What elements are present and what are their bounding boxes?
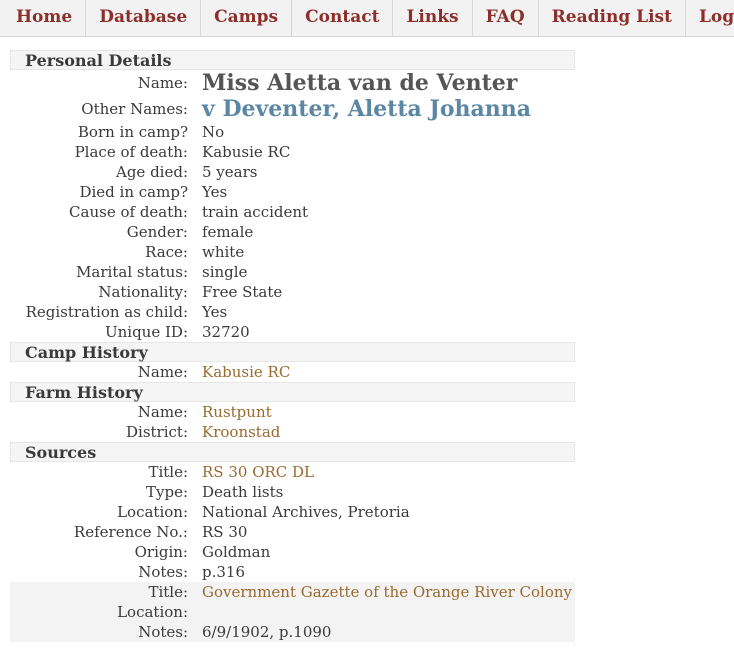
detail-label: Gender: — [126, 223, 188, 241]
source-row-title: Title: Government Gazette of the Orange … — [10, 582, 575, 602]
detail-value: single — [202, 263, 248, 281]
nav-contact[interactable]: Contact — [292, 0, 394, 36]
detail-label: Age died: — [115, 163, 188, 181]
detail-value: National Archives, Pretoria — [202, 503, 410, 521]
detail-value: RS 30 — [202, 523, 248, 541]
detail-label: Location: — [117, 503, 188, 521]
farm-link[interactable]: Rustpunt — [202, 402, 272, 422]
detail-row: Unique ID: 32720 — [10, 322, 575, 342]
detail-label: Type: — [145, 483, 188, 501]
nav-links[interactable]: Links — [393, 0, 473, 36]
detail-value: Goldman — [202, 543, 271, 561]
detail-row: Place of death: Kabusie RC — [10, 142, 575, 162]
camp-link[interactable]: Kabusie RC — [202, 362, 290, 382]
source-title-link[interactable]: Government Gazette of the Orange River C… — [202, 582, 572, 602]
detail-row: Marital status: single — [10, 262, 575, 282]
detail-label: Name: — [137, 74, 188, 92]
detail-row: Registration as child: Yes — [10, 302, 575, 322]
nav-reading-list[interactable]: Reading List — [539, 0, 686, 36]
nav-camps[interactable]: Camps — [201, 0, 293, 36]
detail-label: Title: — [148, 583, 188, 601]
detail-label: Other Names: — [81, 100, 188, 118]
main-nav: Home Database Camps Contact Links FAQ Re… — [0, 0, 734, 37]
source-row-notes: Notes: p.316 — [10, 562, 575, 582]
detail-label: Nationality: — [98, 283, 188, 301]
detail-label: Notes: — [138, 623, 188, 641]
detail-value: 5 years — [202, 163, 258, 181]
detail-label: Cause of death: — [69, 203, 188, 221]
section-farm-history: Farm History — [10, 382, 575, 402]
detail-row: Died in camp? Yes — [10, 182, 575, 202]
detail-label: Name: — [137, 363, 188, 381]
detail-value: female — [202, 223, 254, 241]
source-row-notes: Notes: 6/9/1902, p.1090 — [10, 622, 575, 642]
source-row-title: Title: RS 30 ORC DL — [10, 462, 575, 482]
source-title-link[interactable]: RS 30 ORC DL — [202, 462, 314, 482]
detail-label: Registration as child: — [25, 303, 188, 321]
detail-label: Notes: — [138, 563, 188, 581]
detail-value: 6/9/1902, p.1090 — [202, 623, 332, 641]
source-row-reference: Reference No.: RS 30 — [10, 522, 575, 542]
detail-label: Title: — [148, 463, 188, 481]
detail-row-name: Name: Miss Aletta van de Venter — [10, 70, 575, 96]
nav-home[interactable]: Home — [0, 0, 87, 36]
source-row-origin: Origin: Goldman — [10, 542, 575, 562]
section-personal-details: Personal Details — [10, 50, 575, 70]
nav-database[interactable]: Database — [86, 0, 202, 36]
detail-value: white — [202, 243, 245, 261]
source-row-type: Type: Death lists — [10, 482, 575, 502]
district-link[interactable]: Kroonstad — [202, 422, 280, 442]
detail-value: Free State — [202, 283, 283, 301]
detail-row-camp-name: Name: Kabusie RC — [10, 362, 575, 382]
detail-value: train accident — [202, 203, 309, 221]
detail-label: Born in camp? — [77, 123, 188, 141]
section-sources: Sources — [10, 442, 575, 462]
nav-faq[interactable]: FAQ — [473, 0, 539, 36]
detail-label: District: — [126, 423, 188, 441]
detail-value: No — [202, 123, 225, 141]
detail-row-district: District: Kroonstad — [10, 422, 575, 442]
detail-row: Age died: 5 years — [10, 162, 575, 182]
detail-value: Yes — [202, 303, 228, 321]
detail-label: Race: — [145, 243, 188, 261]
record-details: Personal Details Name: Miss Aletta van d… — [10, 50, 575, 642]
detail-value: p.316 — [202, 563, 246, 581]
detail-row: Nationality: Free State — [10, 282, 575, 302]
source-row-location: Location: — [10, 602, 575, 622]
detail-row: Born in camp? No — [10, 122, 575, 142]
detail-row: Cause of death: train accident — [10, 202, 575, 222]
section-camp-history: Camp History — [10, 342, 575, 362]
detail-row-farm-name: Name: Rustpunt — [10, 402, 575, 422]
source-row-location: Location: National Archives, Pretoria — [10, 502, 575, 522]
detail-value: Death lists — [202, 483, 284, 501]
detail-label: Unique ID: — [104, 323, 188, 341]
detail-value: Yes — [202, 183, 228, 201]
detail-row-other-names: Other Names: v Deventer, Aletta Johanna — [10, 96, 575, 122]
detail-value: Kabusie RC — [202, 143, 291, 161]
other-names: v Deventer, Aletta Johanna — [202, 96, 532, 122]
detail-label: Reference No.: — [73, 523, 188, 541]
detail-label: Origin: — [134, 543, 188, 561]
detail-row: Gender: female — [10, 222, 575, 242]
person-name: Miss Aletta van de Venter — [202, 70, 518, 96]
detail-label: Name: — [137, 403, 188, 421]
detail-value: 32720 — [202, 323, 250, 341]
nav-login[interactable]: Login — [686, 0, 734, 36]
detail-label: Place of death: — [74, 143, 188, 161]
detail-row: Race: white — [10, 242, 575, 262]
detail-label: Died in camp? — [79, 183, 188, 201]
detail-label: Location: — [117, 603, 188, 621]
detail-label: Marital status: — [76, 263, 188, 281]
